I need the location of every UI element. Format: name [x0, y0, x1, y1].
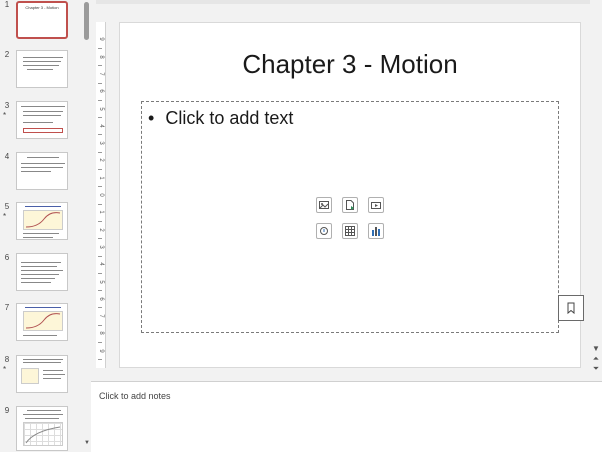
ruler-mark: [98, 307, 102, 308]
ruler-tick-label: 8: [98, 55, 104, 59]
ruler-mark: [98, 290, 102, 291]
ruler-tick-label: 4: [98, 262, 104, 266]
ruler-mark: [98, 134, 102, 135]
slide-number: 4: [4, 152, 10, 161]
ruler-mark: [98, 65, 102, 66]
ruler-mark: [98, 152, 102, 153]
placeholder-label: Click to add text: [165, 108, 294, 128]
slide-title[interactable]: Chapter 3 - Motion: [120, 49, 580, 80]
slide-number: 8: [4, 355, 10, 364]
top-edge: [96, 0, 596, 4]
ruler-mark: [98, 221, 102, 222]
slide-thumbnail-9[interactable]: [16, 406, 68, 451]
ruler-tick-label: 7: [98, 72, 104, 76]
ruler-mark: [98, 186, 102, 187]
bookmark-icon: [567, 302, 575, 315]
slide-thumbnail-1[interactable]: Chapter 3 - Motion: [16, 1, 68, 39]
content-placeholder[interactable]: • Click to add text: [141, 101, 559, 333]
ruler-mark: [98, 48, 102, 49]
slide-number: 1: [4, 0, 10, 9]
slide-thumbnail-7[interactable]: [16, 303, 68, 341]
slide-number: 9: [4, 406, 10, 415]
ruler-tick-label: 3: [98, 141, 104, 145]
slide-thumbnail-2[interactable]: [16, 50, 68, 88]
insert-table-icon[interactable]: [342, 223, 358, 239]
slide-number: 6: [4, 253, 10, 262]
ruler-mark: [98, 273, 102, 274]
scrollbar-thumb[interactable]: [84, 2, 89, 40]
notes-pane[interactable]: Click to add notes: [91, 381, 602, 452]
scroll-down-arrow-icon[interactable]: ▼: [83, 440, 91, 446]
ruler-tick-label: 1: [98, 210, 104, 214]
ruler-tick-label: 6: [98, 89, 104, 93]
insert-chart-icon[interactable]: [368, 223, 384, 239]
slide-thumbnail-6[interactable]: [16, 253, 68, 291]
bullet-glyph: •: [148, 108, 155, 128]
slide-number: 7: [4, 303, 10, 312]
ruler-tick-label: 9: [98, 37, 104, 41]
insert-image-icon[interactable]: [316, 197, 332, 213]
placeholder-text[interactable]: • Click to add text: [148, 108, 293, 129]
notes-placeholder[interactable]: Click to add notes: [99, 391, 171, 401]
ruler-tick-label: 0: [98, 193, 104, 197]
ruler-tick-label: 3: [98, 245, 104, 249]
ruler-tick-label: 8: [98, 331, 104, 335]
ruler-tick-label: 9: [98, 349, 104, 353]
slide-thumbnail-5[interactable]: [16, 202, 68, 240]
ruler-tick-label: 7: [98, 314, 104, 318]
ruler-tick-label: 6: [98, 297, 104, 301]
slide-thumbnail-8[interactable]: [16, 355, 68, 393]
vertical-ruler: 9 8 7 6 5 4 3 2 1 0 1 2 3 4 5 6 7 8 9: [96, 22, 106, 368]
ruler-mark: [98, 169, 102, 170]
ruler-tick-label: 5: [98, 107, 104, 111]
ruler-tick-label: 2: [98, 228, 104, 232]
ruler-tick-label: 1: [98, 176, 104, 180]
insert-document-icon[interactable]: [342, 197, 358, 213]
ruler-tick-label: 4: [98, 124, 104, 128]
slide-canvas[interactable]: Chapter 3 - Motion • Click to add text: [119, 22, 581, 368]
ruler-mark: [98, 83, 102, 84]
ruler-mark: [98, 342, 102, 343]
ruler-mark: [98, 256, 102, 257]
bookmark-button[interactable]: [558, 295, 584, 321]
slide-thumbnail-4[interactable]: [16, 152, 68, 190]
next-slide-icon[interactable]: ⏷: [590, 364, 602, 374]
slide-area-scrollbar[interactable]: ▼ ⏶ ⏷: [590, 0, 602, 380]
animation-star: *: [3, 365, 7, 374]
ruler-tick-label: 5: [98, 280, 104, 284]
ruler-mark: [98, 204, 102, 205]
ruler-mark: [98, 238, 102, 239]
ruler-mark: [98, 117, 102, 118]
slides-panel: 1 Chapter 3 - Motion 2 3 * 4 5 * 6 7 8 *…: [0, 0, 83, 451]
ruler-mark: [98, 359, 102, 360]
slide-number: 2: [4, 50, 10, 59]
ruler-mark: [98, 100, 102, 101]
slide-number: 5: [4, 202, 10, 211]
ruler-mark: [98, 325, 102, 326]
slide-number: 3: [4, 101, 10, 110]
scroll-down-arrow-icon[interactable]: ▼: [590, 344, 602, 353]
previous-slide-icon[interactable]: ⏶: [590, 354, 602, 364]
slide-thumbnail-3[interactable]: [16, 101, 68, 139]
insert-video-icon[interactable]: [368, 197, 384, 213]
slides-panel-scrollbar[interactable]: ▼: [83, 0, 91, 451]
ruler-tick-label: 2: [98, 158, 104, 162]
animation-star: *: [3, 212, 7, 221]
thumbnail-title: Chapter 3 - Motion: [25, 5, 59, 10]
insert-audio-icon[interactable]: [316, 223, 332, 239]
animation-star: *: [3, 111, 7, 120]
